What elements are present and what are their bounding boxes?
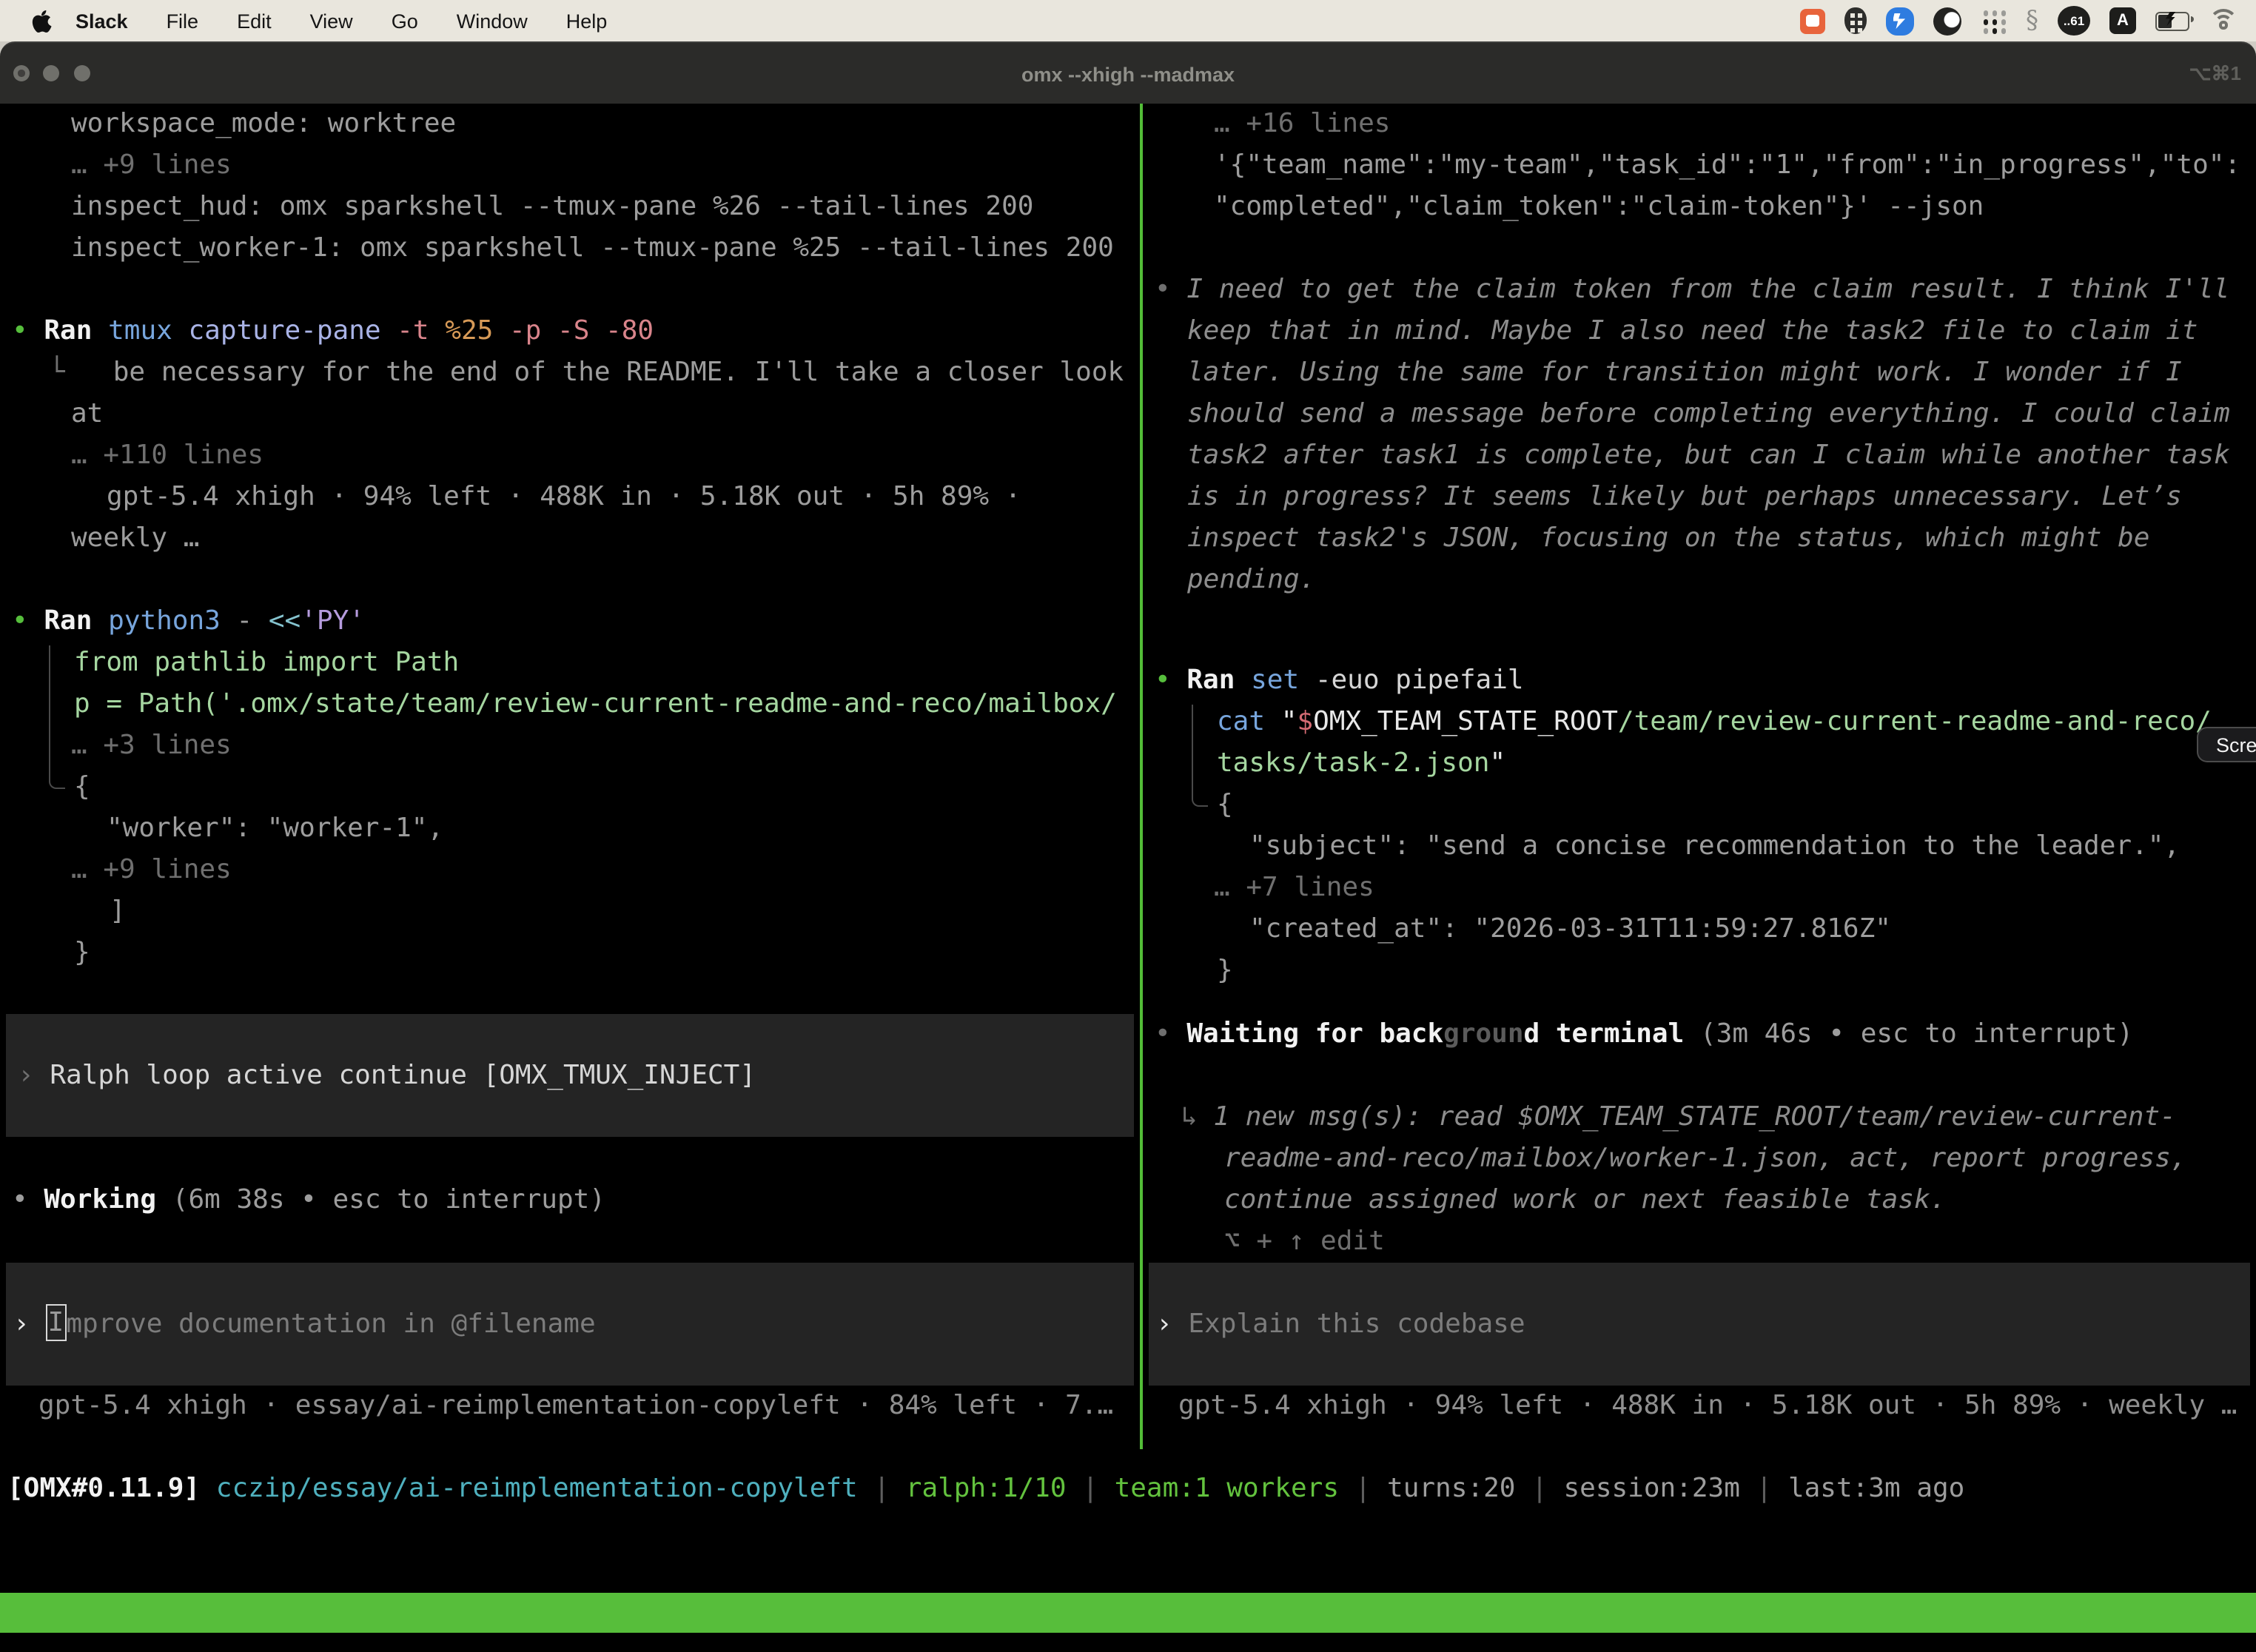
- terminal-pane-right: … +16 lines '{"team_name":"my-team","tas…: [1143, 104, 2256, 1452]
- prompt-chevron: ›: [1156, 1303, 1188, 1345]
- omx-status-bar: [OMX#0.11.9] cczip/essay/ai-reimplementa…: [0, 1449, 2256, 1593]
- session-status: gpt-5.4 xhigh · essay/ai-reimplementatio…: [0, 1386, 1140, 1427]
- command-line: • Ran python3 - <<'PY': [0, 601, 1140, 642]
- think-line: later. Using the same for transition mig…: [1143, 352, 2256, 394]
- output-connector: [49, 645, 65, 789]
- screen-notification-overlay[interactable]: Scre: [2197, 727, 2256, 762]
- shield-grid-icon[interactable]: [1844, 7, 1866, 34]
- wifi-icon[interactable]: [2209, 9, 2238, 33]
- menu-app-name[interactable]: Slack: [75, 10, 128, 32]
- output-line: "completed","claim_token":"claim-token"}…: [1143, 187, 2256, 228]
- output-line: └ be necessary for the end of the README…: [0, 352, 1140, 394]
- think-line: inspect task2's JSON, focusing on the st…: [1143, 518, 2256, 560]
- think-line: pending.: [1143, 560, 2256, 601]
- input-source-icon[interactable]: A: [2109, 7, 2136, 34]
- code-line: p = Path('.omx/state/team/review-current…: [0, 684, 1140, 725]
- more-lines-indicator: … +7 lines: [1143, 867, 2256, 909]
- battery-badge-icon[interactable]: ..61: [2058, 6, 2090, 36]
- think-line: • I need to get the claim token from the…: [1143, 269, 2256, 311]
- think-line: task2 after task1 is complete, but can I…: [1143, 435, 2256, 477]
- menu-bar-status-area: § ..61 A: [1799, 0, 2238, 41]
- more-lines-indicator: … +110 lines: [0, 435, 1140, 477]
- tmux-status-bar: [omx-cczip0:bash* "MacBook-Pro-44.local"…: [0, 1593, 2256, 1633]
- command-line: cat "$OMX_TEAM_STATE_ROOT/team/review-cu…: [1143, 702, 2256, 743]
- hex-bolt-icon[interactable]: [1885, 7, 1913, 35]
- working-status: • Working (6m 38s • esc to interrupt): [0, 1180, 1140, 1221]
- prompt-input[interactable]: › Explain this codebase: [1149, 1263, 2250, 1386]
- json-line: {: [0, 767, 1140, 808]
- window-title: omx --xhigh --madmax: [0, 43, 2256, 105]
- crescent-icon[interactable]: [1933, 7, 1961, 35]
- think-line: keep that in mind. Maybe I also need the…: [1143, 311, 2256, 352]
- inject-banner: › Ralph loop active continue [OMX_TMUX_I…: [6, 1014, 1134, 1137]
- menu-item-go[interactable]: Go: [392, 10, 418, 32]
- json-line: "created_at": "2026-03-31T11:59:27.816Z": [1143, 909, 2256, 950]
- more-lines-indicator: … +9 lines: [0, 145, 1140, 187]
- command-line: • Ran tmux capture-pane -t %25 -p -S -80: [0, 311, 1140, 352]
- battery-icon[interactable]: [2155, 11, 2189, 30]
- message-line: continue assigned work or next feasible …: [1143, 1180, 2256, 1221]
- command-line: tasks/task-2.json": [1143, 743, 2256, 785]
- edit-hint: ⌥ + ↑ edit: [1143, 1221, 2256, 1263]
- bottom-strip: [0, 1633, 2256, 1652]
- output-line: inspect_hud: omx sparkshell --tmux-pane …: [0, 187, 1140, 228]
- menu-item-window[interactable]: Window: [457, 10, 528, 32]
- output-line: weekly …: [0, 518, 1140, 560]
- json-line: }: [1143, 950, 2256, 992]
- think-line: should send a message before completing …: [1143, 394, 2256, 435]
- output-line: gpt-5.4 xhigh · 94% left · 488K in · 5.1…: [0, 477, 1140, 518]
- more-lines-indicator: … +3 lines: [0, 725, 1140, 767]
- message-line: ↳ 1 new msg(s): read $OMX_TEAM_STATE_ROO…: [1143, 1097, 2256, 1138]
- menu-item-view[interactable]: View: [310, 10, 353, 32]
- menu-item-file[interactable]: File: [167, 10, 199, 32]
- prompt-chevron: ›: [13, 1303, 45, 1345]
- output-line: '{"team_name":"my-team","task_id":"1","f…: [1143, 145, 2256, 187]
- window-shortcut-hint: ⌥⌘1: [2189, 43, 2241, 105]
- window-titlebar: omx --xhigh --madmax ⌥⌘1: [0, 41, 2256, 104]
- code-line: from pathlib import Path: [0, 642, 1140, 684]
- output-line: at: [0, 394, 1140, 435]
- json-line: }: [0, 933, 1140, 974]
- json-line: ]: [0, 891, 1140, 933]
- session-status: gpt-5.4 xhigh · 94% left · 488K in · 5.1…: [1143, 1386, 2256, 1427]
- dots-grid-icon[interactable]: [1980, 7, 2007, 34]
- terminal-pane-left: workspace_mode: worktree … +9 lines insp…: [0, 104, 1140, 1452]
- think-line: is in progress? It seems likely but perh…: [1143, 477, 2256, 518]
- menu-bar: Slack File Edit View Go Window Help § ..…: [0, 0, 2256, 41]
- input-placeholder: Explain this codebase: [1188, 1303, 1525, 1345]
- input-placeholder: mprove documentation in @filename: [66, 1303, 595, 1345]
- omx-status-line: [OMX#0.11.9] cczip/essay/ai-reimplementa…: [0, 1468, 2256, 1510]
- more-lines-indicator: … +16 lines: [1143, 104, 2256, 145]
- apple-menu-icon[interactable]: [31, 8, 52, 33]
- waiting-status: • Waiting for background terminal (3m 46…: [1143, 1014, 2256, 1055]
- output-connector: [1192, 705, 1208, 807]
- messenger-icon[interactable]: [1799, 8, 1824, 33]
- prompt-input[interactable]: › Improve documentation in @filename: [6, 1263, 1134, 1386]
- output-line: inspect_worker-1: omx sparkshell --tmux-…: [0, 228, 1140, 269]
- menu-item-help[interactable]: Help: [566, 10, 608, 32]
- squiggle-icon[interactable]: §: [2026, 7, 2038, 34]
- command-line: • Ran set -euo pipefail: [1143, 660, 2256, 702]
- text-cursor: I: [45, 1303, 66, 1340]
- output-line: workspace_mode: worktree: [0, 104, 1140, 145]
- json-line: {: [1143, 785, 2256, 826]
- json-line: "subject": "send a concise recommendatio…: [1143, 826, 2256, 867]
- more-lines-indicator: … +9 lines: [0, 850, 1140, 891]
- window-titlebar-area: omx --xhigh --madmax ⌥⌘1: [0, 41, 2256, 104]
- screen: Slack File Edit View Go Window Help § ..…: [0, 0, 2256, 1652]
- menu-item-edit[interactable]: Edit: [237, 10, 272, 32]
- message-line: readme-and-reco/mailbox/worker-1.json, a…: [1143, 1138, 2256, 1180]
- json-line: "worker": "worker-1",: [0, 808, 1140, 850]
